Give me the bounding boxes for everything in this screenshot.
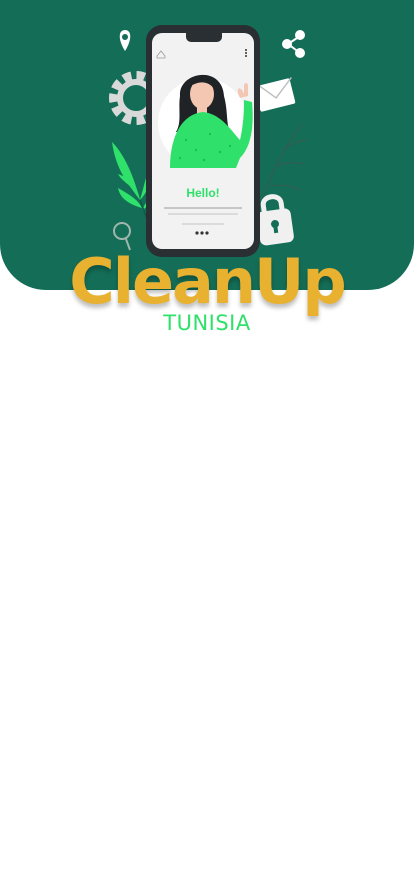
envelope-icon — [254, 76, 296, 112]
share-icon — [282, 30, 305, 58]
location-pin-icon — [119, 30, 131, 51]
app-logo-title: CleanUp — [69, 245, 347, 318]
phone-illustration: Hello! — [146, 25, 260, 257]
hello-label: Hello! — [186, 186, 219, 200]
app-logo-subtitle: TUNISIA — [163, 311, 251, 335]
lock-icon — [256, 194, 294, 246]
branch-decoration — [261, 123, 307, 201]
